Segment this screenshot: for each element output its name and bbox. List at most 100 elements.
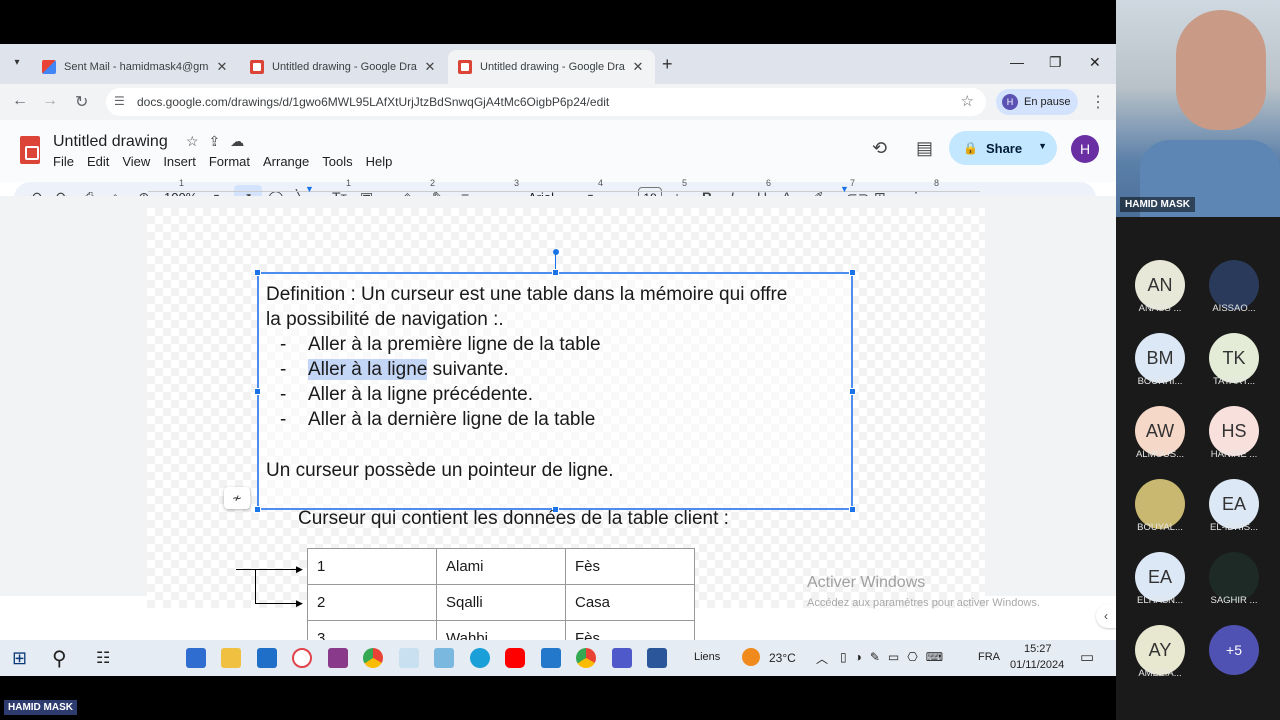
table-cell[interactable]: Alami [436,548,566,585]
snipping-tool-icon[interactable] [399,648,419,668]
clock-date[interactable]: 01/11/2024 [1010,659,1064,671]
table-cell[interactable]: 1 [307,548,437,585]
site-info-icon[interactable]: ☰ [114,94,128,108]
tab-drawing-2[interactable]: Untitled drawing - Google Drawings ✕ [448,50,655,84]
minimize-icon[interactable]: — [1010,54,1024,70]
table-cell[interactable]: Casa [565,584,695,621]
back-icon[interactable]: ← [12,92,28,110]
search-icon[interactable]: ⚲ [52,646,67,671]
participant-name: SAGHIR ... [1210,595,1258,606]
resize-handle-se[interactable] [849,506,856,513]
browser-menu-icon[interactable]: ⋮ [1090,92,1106,112]
bullet-dash: - [280,334,287,355]
table-cell[interactable]: 3 [307,620,437,640]
profile-avatar: H [1002,94,1018,110]
pointer-arrow-connector [255,569,256,603]
weather-icon[interactable] [742,648,760,666]
bookmark-star-icon[interactable]: ☆ [961,92,974,110]
menu-format[interactable]: Format [209,154,250,169]
resize-handle-w[interactable] [254,388,261,395]
forward-icon[interactable]: → [42,92,58,110]
history-icon[interactable]: ⟲ [872,138,887,159]
ruler-number: 8 [934,178,940,188]
table-cell[interactable]: Fès [565,620,695,640]
bullet-item-2-rest: suivante. [427,359,509,380]
winrar-icon[interactable] [328,648,348,668]
table-cell[interactable]: 2 [307,584,437,621]
close-icon[interactable]: ✕ [215,59,229,75]
side-panel-toggle-icon[interactable]: ‹ [1096,604,1116,628]
table-cell[interactable]: Fès [565,548,695,585]
teams-icon[interactable] [612,648,632,668]
file-explorer-icon[interactable] [221,648,241,668]
menu-insert[interactable]: Insert [163,154,196,169]
menu-edit[interactable]: Edit [87,154,109,169]
word-icon[interactable] [647,648,667,668]
rotate-handle[interactable] [553,249,559,255]
paint-icon[interactable] [434,648,454,668]
chrome-icon[interactable] [363,648,383,668]
links-toolbar[interactable]: Liens [694,651,720,663]
tray-icons[interactable]: ▯◑✎▭⎔⌨ [840,650,951,664]
reload-icon[interactable]: ↻ [75,92,88,112]
youtube-icon[interactable] [505,648,525,668]
left-indent-marker[interactable]: ▼ [305,184,314,194]
clock-time[interactable]: 15:27 [1024,643,1052,655]
participant-name: ELHASN... [1137,595,1183,606]
close-icon[interactable]: ✕ [631,59,645,75]
table-cell[interactable]: Wahbi [436,620,566,640]
participant-name: AISSAO... [1212,303,1256,314]
ruler-number: 7 [850,178,856,188]
resize-handle-n[interactable] [552,269,559,276]
menu-tools[interactable]: Tools [322,154,352,169]
restore-icon[interactable]: ❐ [1049,54,1062,71]
client-table[interactable]: 1 Alami Fès 2 Sqalli Casa 3 Wahbi Fès [307,548,695,640]
definition-line-2: la possibilité de navigation :. [266,309,504,330]
resize-handle-ne[interactable] [849,269,856,276]
share-button[interactable]: 🔒 Share ▼ [949,131,1057,165]
menu-file[interactable]: File [53,154,74,169]
tab-search-icon[interactable]: ▾ [8,54,26,72]
omnibox[interactable]: ☰ docs.google.com/drawings/d/1gwo6MWL95L… [106,88,986,116]
resize-handle-nw[interactable] [254,269,261,276]
selected-text-box[interactable]: Definition : Un curseur est une table da… [254,269,856,513]
edge-icon[interactable] [470,648,490,668]
language-indicator[interactable]: FRA [978,651,1000,663]
resize-handle-e[interactable] [849,388,856,395]
windows-start-icon[interactable]: ⊞ [12,648,27,669]
vscode-icon[interactable] [541,648,561,668]
tab-title: Sent Mail - hamidmask4@gmail.com [64,61,209,73]
arrowhead-icon: ▶ [296,564,303,574]
participant-avatar[interactable]: +5 [1209,625,1259,675]
menu-view[interactable]: View [122,154,150,169]
comments-icon[interactable]: ▤ [916,138,933,159]
temperature[interactable]: 23°C [769,651,796,665]
mail-icon[interactable] [257,648,277,668]
chrome-active-icon[interactable] [576,648,596,668]
document-title[interactable]: Untitled drawing [53,133,168,151]
tab-drawing-1[interactable]: Untitled drawing - Google Drawings ✕ [240,50,447,84]
close-icon[interactable]: ✕ [423,59,437,75]
window-close-icon[interactable]: ✕ [1089,54,1101,71]
url-text[interactable]: docs.google.com/drawings/d/1gwo6MWL95LAf… [137,95,609,109]
new-tab-icon[interactable]: + [662,54,673,75]
menu-arrange[interactable]: Arrange [263,154,309,169]
resize-handle-sw[interactable] [254,506,261,513]
ruler-number: 1 [179,178,185,188]
menu-help[interactable]: Help [366,154,393,169]
title-action-icons[interactable]: ☆⇪☁ [186,133,254,150]
right-indent-marker[interactable]: ▼ [840,184,849,194]
profile-paused-button[interactable]: H En pause [996,89,1078,115]
notifications-icon[interactable]: ▭ [1080,648,1094,666]
task-view-icon[interactable]: ☷ [96,648,110,668]
user-avatar[interactable]: H [1071,135,1099,163]
store-icon[interactable] [186,648,206,668]
table-cell[interactable]: Sqalli [436,584,566,621]
tray-chevron-icon[interactable]: ︿ [816,650,828,667]
drawings-logo-icon[interactable] [20,136,40,164]
autofit-icon[interactable]: ≁ [224,487,250,509]
chevron-down-icon[interactable]: ▼ [1038,141,1047,151]
tab-gmail[interactable]: Sent Mail - hamidmask4@gmail.com ✕ [32,50,239,84]
arrowhead-icon: ▶ [296,598,303,608]
opera-icon[interactable] [292,648,312,668]
